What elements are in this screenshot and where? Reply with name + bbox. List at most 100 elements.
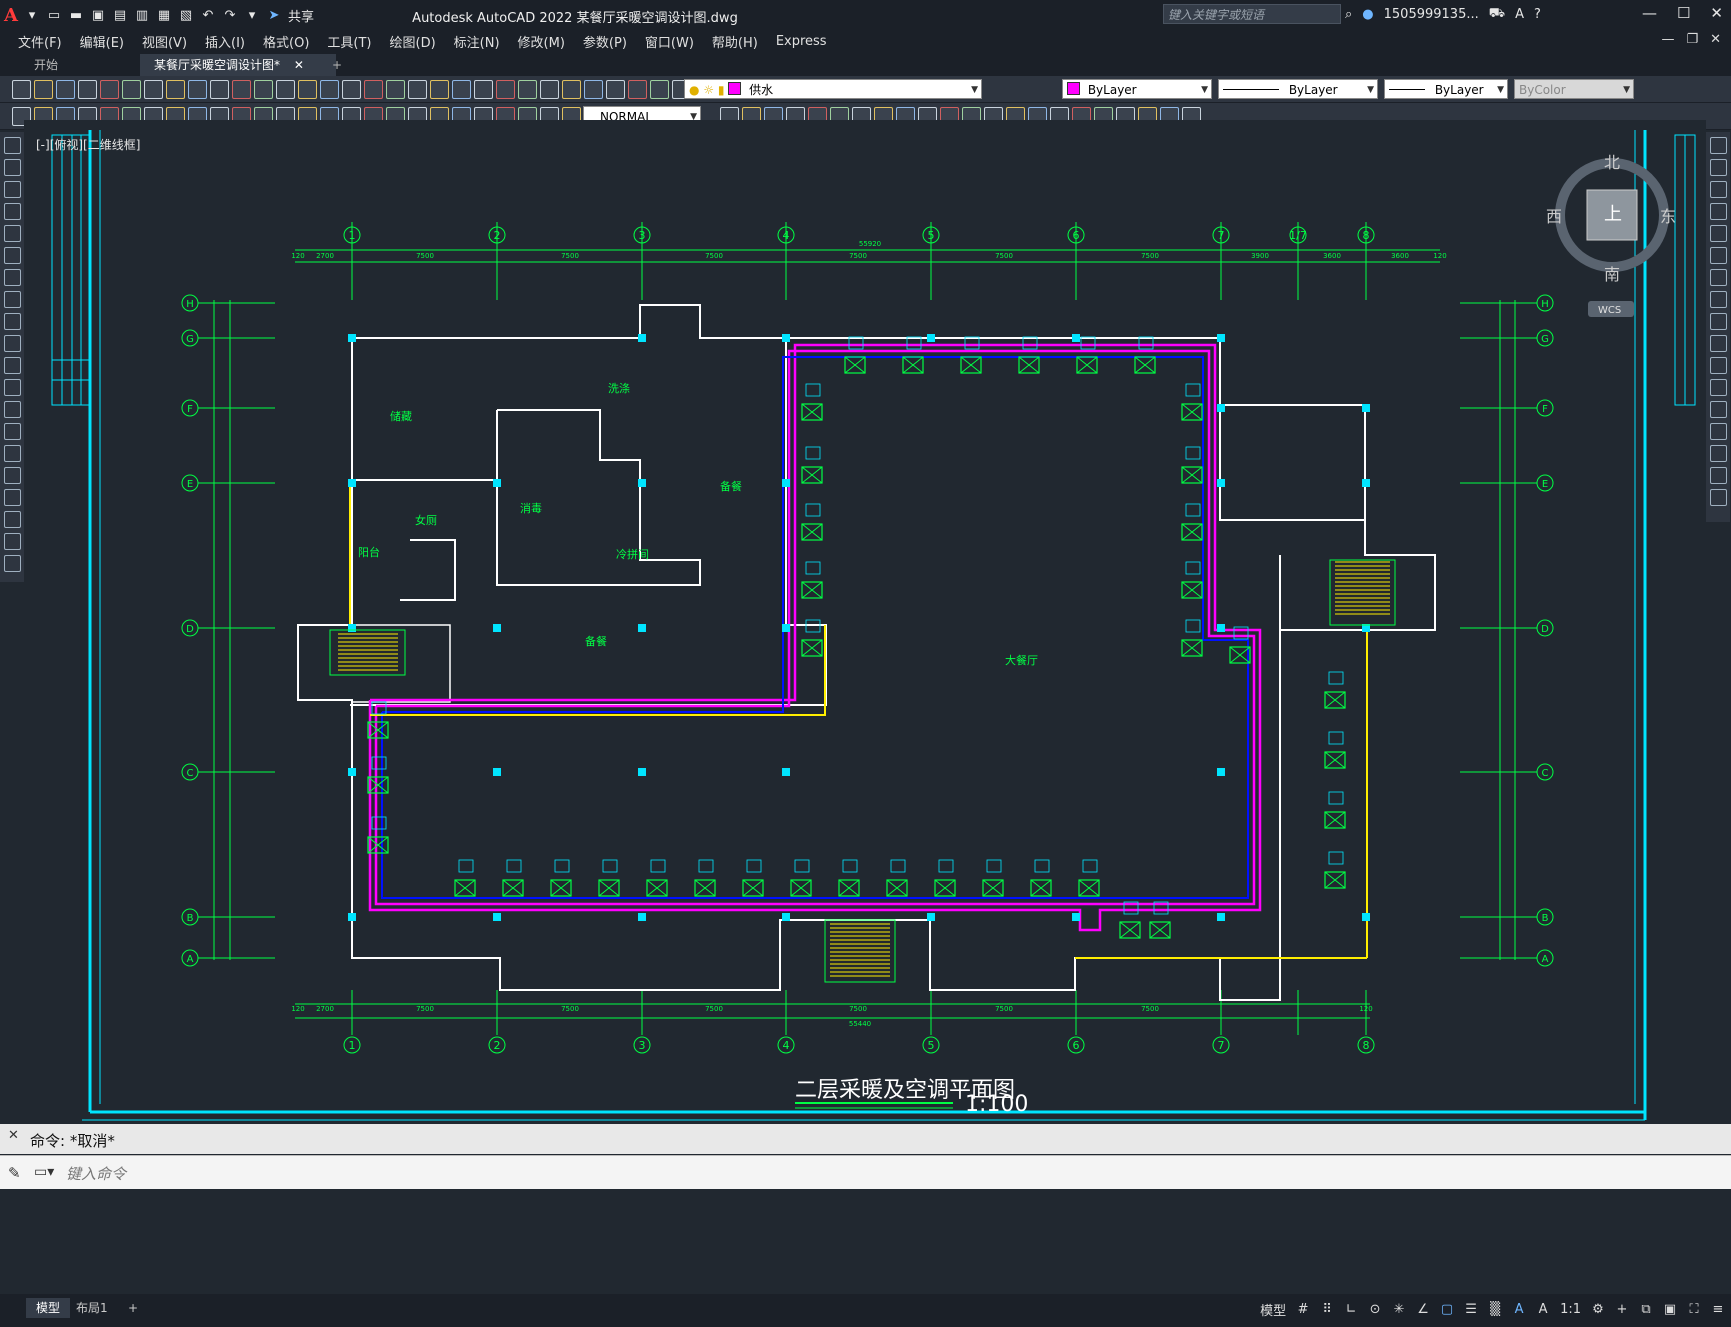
print-icon[interactable]: [78, 80, 97, 99]
clean-screen-icon[interactable]: ⛶: [1687, 1302, 1701, 1317]
wcs-menu[interactable]: WCS: [1598, 305, 1621, 316]
tab-close-icon[interactable]: ✕: [294, 58, 304, 72]
command-input[interactable]: 键入命令: [66, 1163, 126, 1184]
construction-line-icon[interactable]: [3, 159, 21, 176]
polar-icon[interactable]: ⊙: [1368, 1302, 1382, 1317]
add-selected-icon[interactable]: [3, 555, 21, 572]
ellipse-arc-icon[interactable]: [3, 357, 21, 374]
tab-model[interactable]: 模型: [26, 1298, 71, 1318]
auto-scale-icon[interactable]: A: [1536, 1302, 1550, 1317]
pan-icon[interactable]: [276, 80, 295, 99]
view-cube[interactable]: 上 北 南 东 西 WCS: [1546, 153, 1676, 317]
insert-block-icon[interactable]: [3, 379, 21, 396]
user-icon[interactable]: ●: [1362, 7, 1373, 22]
point-icon[interactable]: [3, 423, 21, 440]
redo-icon[interactable]: [254, 80, 273, 99]
menu-edit[interactable]: 编辑(E): [80, 32, 124, 51]
lineweight-dropdown[interactable]: ByLayer ▼: [1384, 79, 1508, 99]
paste-icon[interactable]: [188, 80, 207, 99]
line-icon[interactable]: [3, 137, 21, 154]
doc-minimize-icon[interactable]: —: [1661, 32, 1674, 47]
cart-icon[interactable]: ⛟: [1489, 6, 1505, 23]
save-icon[interactable]: [540, 80, 559, 99]
snap-icon[interactable]: ⠿: [1320, 1302, 1334, 1317]
circle-icon[interactable]: [3, 269, 21, 286]
rectangle-icon[interactable]: [3, 225, 21, 242]
move-icon[interactable]: [1709, 247, 1727, 264]
region-icon[interactable]: [3, 489, 21, 506]
copy-icon[interactable]: [166, 80, 185, 99]
print-icon[interactable]: [562, 80, 581, 99]
menu-tools[interactable]: 工具(T): [327, 32, 371, 51]
layer-dropdown[interactable]: ● ☼ ▮ 供水 ▼: [684, 79, 982, 99]
fillet-icon[interactable]: [1709, 445, 1727, 462]
linetype-dropdown[interactable]: ByLayer ▼: [1218, 79, 1378, 99]
close-icon[interactable]: ✕: [1710, 4, 1723, 22]
ortho-icon[interactable]: ∟: [1344, 1302, 1358, 1317]
lineweight-icon[interactable]: ☰: [1464, 1302, 1478, 1317]
offset-icon[interactable]: [1709, 203, 1727, 220]
command-prompt-icon[interactable]: ▭▾: [34, 1164, 54, 1180]
menu-insert[interactable]: 插入(I): [205, 32, 245, 51]
table-icon[interactable]: [3, 511, 21, 528]
publish-icon[interactable]: [606, 80, 625, 99]
erase-icon[interactable]: [1709, 137, 1727, 154]
user-name[interactable]: 1505999135...: [1384, 7, 1479, 22]
tab-start[interactable]: 开始: [20, 54, 156, 76]
new-icon[interactable]: [496, 80, 515, 99]
search-input[interactable]: 键入关键字或短语: [1163, 4, 1341, 24]
calculator-icon[interactable]: [430, 80, 449, 99]
menu-parametric[interactable]: 参数(P): [583, 32, 627, 51]
customize-menu-icon[interactable]: ≡: [1711, 1302, 1725, 1317]
compass-north[interactable]: 北: [1604, 153, 1620, 172]
wrench-icon[interactable]: ✎: [8, 1164, 21, 1182]
break-icon[interactable]: [1709, 379, 1727, 396]
save-icon[interactable]: [56, 80, 75, 99]
copy-icon[interactable]: [1709, 159, 1727, 176]
plotstyle-dropdown[interactable]: ByColor ▼: [1514, 79, 1634, 99]
drawing-area[interactable]: [-][俯视][二维线框] 12 3 4 5 6 7 1/7 8 1 2 3 4…: [24, 120, 1706, 1123]
extend-icon[interactable]: [1709, 357, 1727, 374]
sheet-set-icon[interactable]: [408, 80, 427, 99]
rotate-icon[interactable]: [1709, 269, 1727, 286]
color-dropdown[interactable]: ByLayer ▼: [1062, 79, 1212, 99]
mirror-icon[interactable]: [1709, 181, 1727, 198]
join-icon[interactable]: [1709, 401, 1727, 418]
open-icon[interactable]: [518, 80, 537, 99]
plus-icon[interactable]: +: [1615, 1302, 1629, 1317]
close-icon[interactable]: ✕: [8, 1128, 19, 1143]
menu-draw[interactable]: 绘图(D): [390, 32, 436, 51]
trim-icon[interactable]: [1709, 335, 1727, 352]
compass-east[interactable]: 东: [1660, 207, 1676, 226]
gradient-icon[interactable]: [3, 467, 21, 484]
tab-layout1[interactable]: 布局1: [66, 1298, 118, 1318]
new-tab-button[interactable]: +: [318, 54, 356, 76]
annotation-visibility-icon[interactable]: A: [1512, 1302, 1526, 1317]
revision-cloud-icon[interactable]: [3, 291, 21, 308]
undo-icon[interactable]: [232, 80, 251, 99]
menu-modify[interactable]: 修改(M): [518, 32, 565, 51]
layer-properties-icon[interactable]: [474, 80, 493, 99]
design-center-icon[interactable]: [364, 80, 383, 99]
transparency-icon[interactable]: ▒: [1488, 1302, 1502, 1317]
blend-icon[interactable]: [1709, 467, 1727, 484]
view-cube-top[interactable]: 上: [1604, 204, 1622, 225]
viewport-label[interactable]: [-][俯视][二维线框]: [36, 136, 140, 153]
scale-icon[interactable]: [1709, 291, 1727, 308]
explode-icon[interactable]: [1709, 489, 1727, 506]
cut-icon[interactable]: [628, 80, 647, 99]
command-line[interactable]: ✎ ▭▾ 键入命令: [0, 1155, 1731, 1190]
match-properties-icon[interactable]: [210, 80, 229, 99]
zoom-icon[interactable]: [298, 80, 317, 99]
cut-icon[interactable]: [144, 80, 163, 99]
compass-south[interactable]: 南: [1604, 265, 1620, 284]
maximize-icon[interactable]: ☐: [1677, 4, 1690, 22]
help-icon[interactable]: ?: [1534, 7, 1541, 22]
doc-restore-icon[interactable]: ❐: [1686, 32, 1698, 47]
menu-window[interactable]: 窗口(W): [645, 32, 694, 51]
isodraft-icon[interactable]: ✳: [1392, 1302, 1406, 1317]
doc-close-icon[interactable]: ✕: [1710, 32, 1721, 47]
menu-help[interactable]: 帮助(H): [712, 32, 758, 51]
search-icon[interactable]: ⌕: [1345, 7, 1352, 22]
menu-dimension[interactable]: 标注(N): [454, 32, 500, 51]
